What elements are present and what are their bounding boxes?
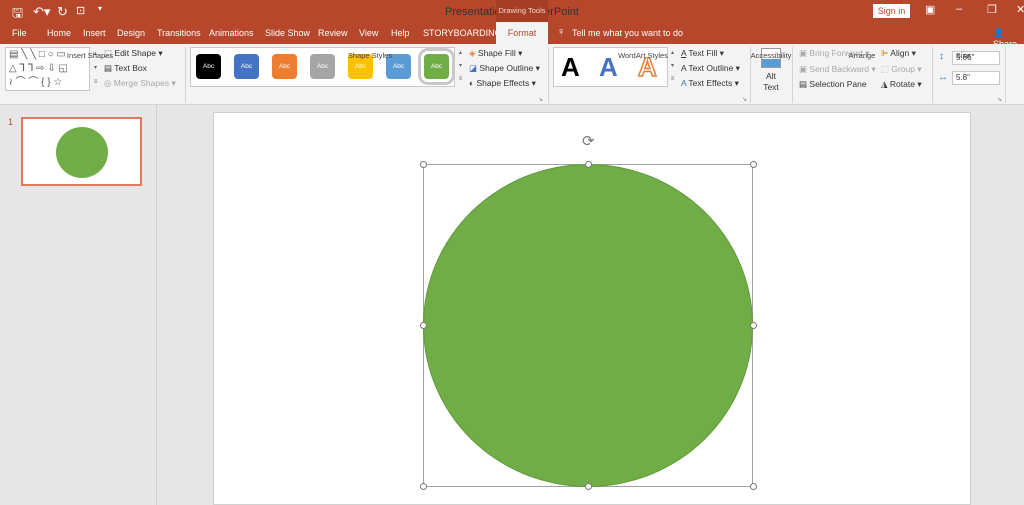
close-icon[interactable]: ✕ (1016, 3, 1024, 16)
alt-text-button[interactable]: Alt Text (755, 71, 787, 93)
text-outline-label: Text Outline (688, 63, 734, 73)
text-effects-button[interactable]: A Text Effects ▾ (681, 78, 739, 89)
group-button[interactable]: ⬚ Group ▾ (881, 64, 922, 75)
ribbon-display-icon[interactable]: ▣ (925, 3, 935, 16)
group-label-arrange: Arrange (848, 51, 876, 60)
tab-home[interactable]: Home (47, 28, 71, 38)
text-box-button[interactable]: ▤ Text Box (104, 63, 147, 74)
text-outline-icon: A (681, 63, 687, 73)
dialog-launcher-icon[interactable]: ↘ (742, 96, 747, 103)
divider (548, 47, 549, 103)
width-icon: ↔ (938, 72, 948, 83)
tab-review[interactable]: Review (318, 28, 348, 38)
resize-handle-ne[interactable] (750, 161, 757, 168)
group-label: Group (891, 64, 916, 74)
wordart-style-black[interactable]: A (561, 52, 580, 83)
paint-bucket-icon: ◈ (469, 48, 478, 58)
resize-handle-n[interactable] (585, 161, 592, 168)
text-outline-button[interactable]: A Text Outline ▾ (681, 63, 740, 74)
shape-effects-button[interactable]: ◐ Shape Effects ▾ (469, 78, 536, 89)
resize-handle-s[interactable] (585, 483, 592, 490)
shape-style-swatch[interactable]: Abc (234, 54, 259, 79)
divider (792, 47, 793, 103)
shape-outline-label: Shape Outline (479, 63, 534, 73)
group-label-accessibility: Accessibility (750, 51, 792, 60)
tab-transitions[interactable]: Transitions (157, 28, 201, 38)
merge-shapes-label: Merge Shapes (113, 78, 170, 88)
divider (932, 47, 933, 103)
thumbnail-circle (56, 127, 108, 178)
shape-style-swatch[interactable]: Abc (272, 54, 297, 79)
send-backward-icon: ▣ (799, 64, 810, 74)
shape-style-swatch[interactable]: Abc (196, 54, 221, 79)
resize-handle-w[interactable] (420, 322, 427, 329)
shape-width-input[interactable]: 5.8" (952, 71, 1000, 85)
resize-handle-e[interactable] (750, 322, 757, 329)
tab-insert[interactable]: Insert (83, 28, 106, 38)
resize-handle-nw[interactable] (420, 161, 427, 168)
rotate-icon: ◮ (881, 79, 890, 89)
shape-style-swatch[interactable]: Abc (418, 48, 455, 85)
group-label-size: Size (955, 51, 971, 60)
slide-thumbnail[interactable] (21, 117, 142, 186)
text-effects-icon: A (681, 78, 687, 88)
divider (185, 47, 186, 103)
tab-format[interactable]: Format (496, 22, 548, 44)
send-backward-label: Send Backward (809, 64, 869, 74)
tab-file[interactable]: File (12, 28, 27, 38)
shape-fill-label: Shape Fill (477, 48, 516, 58)
tab-design[interactable]: Design (117, 28, 145, 38)
minimize-icon[interactable]: – (956, 3, 962, 15)
selection-pane-label: Selection Pane (809, 79, 867, 89)
rotate-label: Rotate (889, 79, 915, 89)
styles-gallery-scroll[interactable]: ▴ ▾ ≡ (456, 47, 465, 87)
sign-in-button[interactable]: Sign in (873, 4, 910, 18)
shape-outline-button[interactable]: ◪ Shape Outline ▾ (469, 63, 540, 74)
selection-pane-button[interactable]: ▤ Selection Pane (799, 79, 867, 90)
send-backward-button[interactable]: ▣ Send Backward ▾ (799, 64, 876, 75)
maximize-icon[interactable]: ❐ (987, 3, 997, 16)
pen-icon: ◪ (469, 63, 480, 73)
tab-slide-show[interactable]: Slide Show (265, 28, 310, 38)
green-circle-shape[interactable] (423, 164, 753, 487)
text-effects-label: Text Effects (688, 78, 733, 88)
tell-me-search[interactable]: Tell me what you want to do (572, 28, 683, 38)
tab-storyboarding[interactable]: STORYBOARDING (423, 28, 502, 38)
text-box-icon: ▤ (104, 63, 115, 73)
resize-handle-sw[interactable] (420, 483, 427, 490)
group-label-insert-shapes: Insert Shapes (66, 51, 114, 60)
rotation-handle-icon[interactable]: ⟳ (582, 132, 595, 150)
shape-fill-button[interactable]: ◈ Shape Fill ▾ (469, 48, 522, 59)
group-icon: ⬚ (881, 64, 892, 74)
slide-number: 1 (8, 117, 14, 127)
context-tab-label: Drawing Tools (496, 0, 548, 22)
shape-effects-icon: ◐ (469, 78, 477, 88)
resize-handle-se[interactable] (750, 483, 757, 490)
dialog-launcher-icon[interactable]: ↘ (538, 96, 543, 103)
merge-shapes-button[interactable]: ◎ Merge Shapes ▾ (104, 78, 176, 89)
tab-view[interactable]: View (359, 28, 378, 38)
lightbulb-icon: ♀ (557, 26, 566, 38)
alt-text-label-1: Alt (766, 71, 776, 81)
selection-pane-icon: ▤ (799, 79, 810, 89)
rotate-button[interactable]: ◮ Rotate ▾ (881, 79, 922, 90)
divider (1005, 47, 1006, 103)
alt-text-label-2: Text (763, 82, 779, 92)
tab-help[interactable]: Help (391, 28, 410, 38)
tab-animations[interactable]: Animations (209, 28, 254, 38)
bring-forward-icon: ▣ (799, 48, 810, 58)
group-label-shape-styles: Shape Styles (347, 51, 393, 60)
shape-effects-label: Shape Effects (476, 78, 530, 88)
dialog-launcher-icon[interactable]: ↘ (997, 96, 1002, 103)
text-box-label: Text Box (114, 63, 147, 73)
group-label-wordart: WordArt Styles (618, 51, 668, 60)
merge-shapes-icon: ◎ (104, 78, 114, 88)
